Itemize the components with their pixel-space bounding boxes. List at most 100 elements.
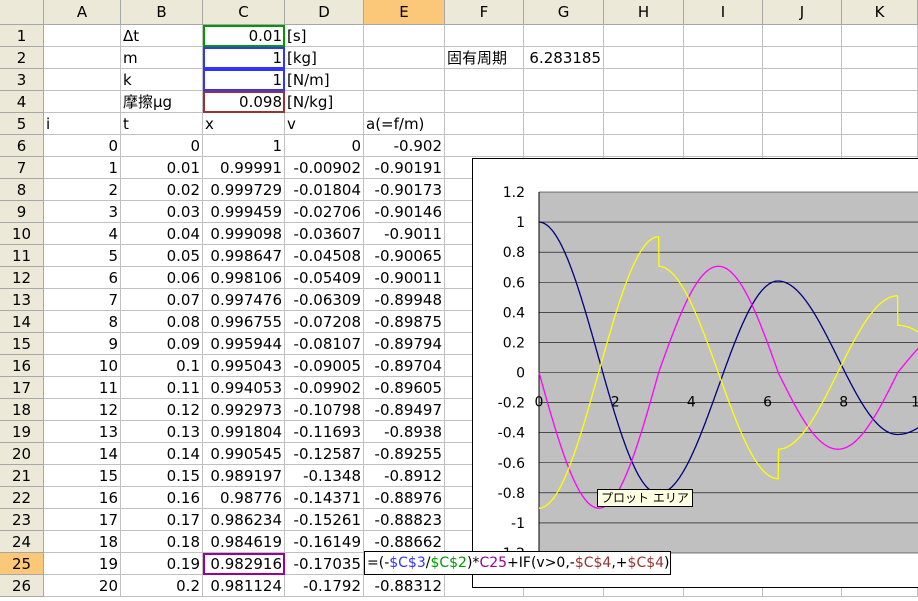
row-header-16[interactable]: 16 [0,355,44,377]
cell-a23[interactable]: 17 [44,509,121,531]
cell-b15[interactable]: 0.09 [121,333,203,355]
cell-d4[interactable]: [N/kg] [285,91,364,113]
cell-h6[interactable] [604,135,684,157]
cell-e24[interactable]: -0.88662 [364,531,445,553]
row-header-3[interactable]: 3 [0,69,44,91]
cell-c24[interactable]: 0.984619 [203,531,285,553]
cell-k3[interactable] [842,69,918,91]
cell-a18[interactable]: 12 [44,399,121,421]
cell-b6[interactable]: 0 [121,135,203,157]
cell-d26[interactable]: -0.1792 [285,575,364,597]
cell-c5[interactable]: x [203,113,285,135]
cell-b1[interactable]: Δt [121,25,203,47]
cell-j6[interactable] [763,135,842,157]
column-header-g[interactable]: G [524,0,604,25]
cell-h3[interactable] [604,69,684,91]
cell-c18[interactable]: 0.992973 [203,399,285,421]
cell-c16[interactable]: 0.995043 [203,355,285,377]
cell-a7[interactable]: 1 [44,157,121,179]
cell-e9[interactable]: -0.90146 [364,201,445,223]
row-header-17[interactable]: 17 [0,377,44,399]
cell-b18[interactable]: 0.12 [121,399,203,421]
column-header-a[interactable]: A [44,0,121,25]
cell-e6[interactable]: -0.902 [364,135,445,157]
cell-b13[interactable]: 0.07 [121,289,203,311]
cell-c6[interactable]: 1 [203,135,285,157]
row-header-6[interactable]: 6 [0,135,44,157]
cell-formula-editor[interactable]: =(-$C$3/$C$2)*C25+IF(v>0,-$C$4,+$C$4) [364,551,671,575]
cell-f4[interactable] [445,91,524,113]
row-header-25[interactable]: 25 [0,553,44,575]
cell-c9[interactable]: 0.999459 [203,201,285,223]
cell-c21[interactable]: 0.989197 [203,465,285,487]
row-header-9[interactable]: 9 [0,201,44,223]
cell-h1[interactable] [604,25,684,47]
cell-d20[interactable]: -0.12587 [285,443,364,465]
column-header-b[interactable]: B [121,0,203,25]
column-header-d[interactable]: D [285,0,364,25]
row-header-14[interactable]: 14 [0,311,44,333]
column-header-k[interactable]: K [842,0,918,25]
cell-b25[interactable]: 0.19 [121,553,203,575]
cell-b19[interactable]: 0.13 [121,421,203,443]
cell-c8[interactable]: 0.999729 [203,179,285,201]
cell-a11[interactable]: 5 [44,245,121,267]
cell-b7[interactable]: 0.01 [121,157,203,179]
row-header-11[interactable]: 11 [0,245,44,267]
cell-e12[interactable]: -0.90011 [364,267,445,289]
cell-a2[interactable] [44,47,121,69]
cell-k5[interactable] [842,113,918,135]
cell-c7[interactable]: 0.99991 [203,157,285,179]
cell-j5[interactable] [763,113,842,135]
cell-e18[interactable]: -0.89497 [364,399,445,421]
cell-g5[interactable] [524,113,604,135]
cell-a22[interactable]: 16 [44,487,121,509]
cell-c20[interactable]: 0.990545 [203,443,285,465]
cell-g1[interactable] [524,25,604,47]
select-all-corner[interactable] [0,0,44,25]
cell-e4[interactable] [364,91,445,113]
cell-h4[interactable] [604,91,684,113]
cell-e11[interactable]: -0.90065 [364,245,445,267]
cell-d13[interactable]: -0.06309 [285,289,364,311]
cell-a6[interactable]: 0 [44,135,121,157]
cell-e8[interactable]: -0.90173 [364,179,445,201]
cell-e17[interactable]: -0.89605 [364,377,445,399]
cell-d23[interactable]: -0.15261 [285,509,364,531]
cell-d7[interactable]: -0.00902 [285,157,364,179]
cell-a4[interactable] [44,91,121,113]
cell-a17[interactable]: 11 [44,377,121,399]
cell-e19[interactable]: -0.8938 [364,421,445,443]
cell-c11[interactable]: 0.998647 [203,245,285,267]
cell-e3[interactable] [364,69,445,91]
cell-c15[interactable]: 0.995944 [203,333,285,355]
cell-d6[interactable]: 0 [285,135,364,157]
cell-c13[interactable]: 0.997476 [203,289,285,311]
cell-i6[interactable] [684,135,763,157]
row-header-15[interactable]: 15 [0,333,44,355]
cell-k4[interactable] [842,91,918,113]
row-header-4[interactable]: 4 [0,91,44,113]
column-header-e[interactable]: E [364,0,445,25]
cell-g4[interactable] [524,91,604,113]
cell-i4[interactable] [684,91,763,113]
cell-a21[interactable]: 15 [44,465,121,487]
cell-d12[interactable]: -0.05409 [285,267,364,289]
cell-c26[interactable]: 0.981124 [203,575,285,597]
cell-c19[interactable]: 0.991804 [203,421,285,443]
cell-j4[interactable] [763,91,842,113]
cell-a15[interactable]: 9 [44,333,121,355]
cell-c10[interactable]: 0.999098 [203,223,285,245]
cell-j3[interactable] [763,69,842,91]
cell-d5[interactable]: v [285,113,364,135]
row-header-19[interactable]: 19 [0,421,44,443]
cell-d14[interactable]: -0.07208 [285,311,364,333]
cell-g2[interactable]: 6.283185 [524,47,604,69]
cell-d25[interactable]: -0.17035 [285,553,364,575]
cell-b24[interactable]: 0.18 [121,531,203,553]
cell-e13[interactable]: -0.89948 [364,289,445,311]
cell-d22[interactable]: -0.14371 [285,487,364,509]
cell-c17[interactable]: 0.994053 [203,377,285,399]
row-header-5[interactable]: 5 [0,113,44,135]
cell-f1[interactable] [445,25,524,47]
